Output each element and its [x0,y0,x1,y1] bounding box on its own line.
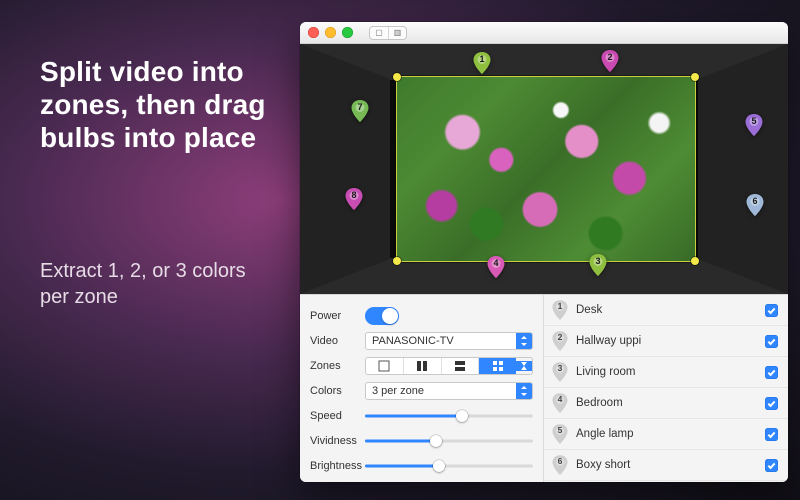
bulb-pin-7[interactable]: 7 [351,100,369,122]
select-stepper-icon [516,333,532,349]
power-label: Power [310,310,365,322]
frame-handle-top-left[interactable] [393,73,401,81]
settings-panel: Power Video PANASONIC-TV Zones [300,295,544,482]
frame-handle-top-right[interactable] [691,73,699,81]
app-window: ▢ ▥ 1 2 3 4 5 6 7 8 Power Video [300,22,788,482]
bulb-pin-6[interactable]: 6 [746,194,764,216]
zones-more-icon[interactable] [516,361,532,371]
colors-label: Colors [310,385,365,397]
window-close-button[interactable] [308,27,319,38]
bulb-name: Bedroom [576,397,765,409]
titlebar: ▢ ▥ [300,22,788,44]
zones-option-1[interactable] [366,358,403,374]
bulb-enabled-checkbox[interactable] [765,304,778,317]
bulb-row[interactable]: 2 Hallway uppi [544,326,788,357]
zones-option-4[interactable] [478,358,516,374]
select-stepper-icon [516,383,532,399]
video-frame[interactable] [396,76,696,262]
hero-caption: Split video into zones, then drag bulbs … [40,55,280,154]
bulb-name: Boxy short [576,459,765,471]
bulb-row[interactable]: 6 Boxy short [544,450,788,481]
bulb-enabled-checkbox[interactable] [765,397,778,410]
zones-option-2[interactable] [403,358,441,374]
bulb-pin-3[interactable]: 3 [589,254,607,276]
bulb-row[interactable]: 4 Bedroom [544,388,788,419]
bulb-name: Angle lamp [576,428,765,440]
bulb-pin-8[interactable]: 8 [345,188,363,210]
video-stage[interactable]: 1 2 3 4 5 6 7 8 [300,44,788,294]
room-wall-right [698,44,788,294]
frame-handle-bottom-right[interactable] [691,257,699,265]
speed-slider[interactable] [365,407,533,425]
video-select[interactable]: PANASONIC-TV [365,332,533,350]
bulb-pin-icon: 6 [552,455,568,475]
window-minimize-button[interactable] [325,27,336,38]
bulb-pin-icon: 2 [552,331,568,351]
bulb-pin-icon: 1 [552,300,568,320]
zones-label: Zones [310,360,365,372]
speed-label: Speed [310,410,365,422]
zones-option-3[interactable] [441,358,479,374]
view-mode-single-icon[interactable]: ▢ [370,27,388,39]
bulb-pin-icon: 5 [552,424,568,444]
bulb-row[interactable]: 3 Living room [544,357,788,388]
bulb-name: Hallway uppi [576,335,765,347]
zones-picker[interactable] [365,357,533,375]
power-toggle[interactable] [365,307,399,325]
bulb-pin-2[interactable]: 2 [601,50,619,72]
bulb-name: Desk [576,304,765,316]
bulb-list[interactable]: 1 Desk 2 Hallway uppi 3 Living room 4 Bedroom 5A… [544,295,788,482]
window-zoom-button[interactable] [342,27,353,38]
colors-select[interactable]: 3 per zone [365,382,533,400]
colors-select-value: 3 per zone [366,385,516,397]
bulb-pin-4[interactable]: 4 [487,256,505,278]
video-select-value: PANASONIC-TV [366,335,516,347]
video-label: Video [310,335,365,347]
vividness-label: Vividness [310,435,365,447]
bulb-row[interactable]: 1 Desk [544,295,788,326]
brightness-slider[interactable] [365,457,533,475]
bulb-enabled-checkbox[interactable] [765,459,778,472]
bulb-row[interactable]: 5 Angle lamp [544,419,788,450]
bulb-enabled-checkbox[interactable] [765,335,778,348]
bulb-enabled-checkbox[interactable] [765,428,778,441]
view-mode-sidebar-icon[interactable]: ▥ [388,27,406,39]
bulb-pin-icon: 3 [552,362,568,382]
sub-caption: Extract 1, 2, or 3 colors per zone [40,258,270,310]
view-mode-segmented[interactable]: ▢ ▥ [369,26,407,40]
room-wall-left [300,44,390,294]
vividness-slider[interactable] [365,432,533,450]
bulb-pin-5[interactable]: 5 [745,114,763,136]
bulb-name: Living room [576,366,765,378]
bulb-pin-1[interactable]: 1 [473,52,491,74]
bulb-pin-icon: 4 [552,393,568,413]
bulb-enabled-checkbox[interactable] [765,366,778,379]
frame-handle-bottom-left[interactable] [393,257,401,265]
brightness-label: Brightness [310,460,365,472]
